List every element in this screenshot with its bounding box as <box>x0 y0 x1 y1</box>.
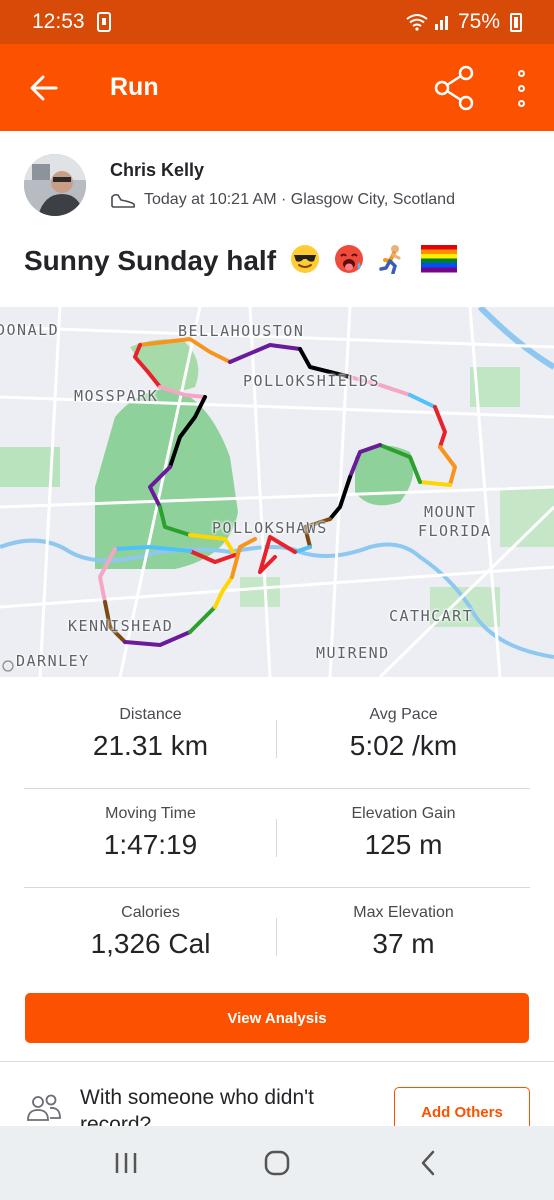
stat-row: Distance 21.31 km Avg Pace 5:02 /km <box>24 690 530 789</box>
stat-divider <box>276 720 277 758</box>
stat-label: Max Elevation <box>353 904 454 921</box>
more-dot <box>517 99 525 107</box>
activity-date-location: Today at 10:21 AM · Glasgow City, Scotla… <box>144 191 455 208</box>
map-label-donald: DONALD <box>0 321 60 339</box>
more-vertical-icon <box>517 69 525 77</box>
stat-label: Avg Pace <box>369 706 438 723</box>
activity-title-text: Sunny Sunday half <box>24 244 277 276</box>
map-label-muirend: MUIREND <box>316 644 390 662</box>
activity-title: Sunny Sunday half <box>24 244 458 281</box>
home-icon <box>264 1150 290 1176</box>
stat-label: Moving Time <box>105 805 196 822</box>
stat-divider <box>276 918 277 956</box>
stat-label: Distance <box>119 706 182 723</box>
sunglasses-face-icon <box>290 244 320 281</box>
add-others-button[interactable]: Add Others <box>394 1087 530 1126</box>
author-name[interactable]: Chris Kelly <box>110 160 455 181</box>
stat-row: Moving Time 1:47:19 Elevation Gain 125 m <box>24 789 530 888</box>
home-button[interactable] <box>247 1133 307 1193</box>
green-area <box>240 577 280 607</box>
more-dot <box>517 84 525 92</box>
status-time: 12:53 <box>32 10 85 33</box>
map-label-pollokshields: POLLOKSHIELDS <box>243 372 380 390</box>
route-map[interactable]: DONALD BELLAHOUSTON MOSSPARK POLLOKSHIEL… <box>0 307 554 677</box>
add-others-section: With someone who didn't record? Add Othe… <box>0 1062 554 1126</box>
stat-max-elevation: Max Elevation 37 m <box>277 888 530 987</box>
more-options-button[interactable] <box>500 64 542 112</box>
battery-icon <box>510 12 522 32</box>
activity-meta: Today at 10:21 AM · Glasgow City, Scotla… <box>110 191 455 209</box>
map-label-pollokshaws: POLLOKSHAWS <box>212 519 328 537</box>
status-bar: 12:53 75% <box>0 0 554 44</box>
wifi-icon <box>406 14 428 31</box>
avatar[interactable] <box>24 154 86 216</box>
map-label-cathcart: CATHCART <box>389 607 474 625</box>
recent-apps-button[interactable] <box>96 1133 156 1193</box>
stat-elevation-gain: Elevation Gain 125 m <box>277 789 530 887</box>
stat-value: 125 m <box>364 829 443 860</box>
share-button[interactable] <box>430 64 478 112</box>
sim-icon <box>96 12 111 32</box>
avatar-image <box>24 154 86 216</box>
map-label-mosspark: MOSSPARK <box>74 387 159 405</box>
arrow-left-icon <box>30 75 58 100</box>
share-icon <box>434 65 474 111</box>
system-nav-bar <box>0 1126 554 1200</box>
map-label-florida: FLORIDA <box>418 522 492 540</box>
activity-stats: Distance 21.31 km Avg Pace 5:02 /km Movi… <box>24 690 530 987</box>
stat-value: 1:47:19 <box>103 829 198 860</box>
add-others-prompt: With someone who didn't record? <box>80 1086 314 1126</box>
runner-icon <box>377 244 407 281</box>
map-label-darnley: DARNLEY <box>16 652 90 670</box>
chevron-left-icon <box>422 1150 435 1176</box>
hot-face-icon <box>334 244 364 281</box>
recent-apps-icon <box>115 1153 136 1173</box>
stat-label: Calories <box>121 904 180 921</box>
author-info: Chris Kelly Today at 10:21 AM · Glasgow … <box>110 160 455 216</box>
stat-value: 21.31 km <box>92 730 209 761</box>
stat-value: 1,326 Cal <box>90 928 211 959</box>
map-label-mount: MOUNT <box>424 503 477 521</box>
activity-author: Chris Kelly Today at 10:21 AM · Glasgow … <box>24 154 455 216</box>
battery-percent: 75% <box>457 10 500 33</box>
stat-moving-time: Moving Time 1:47:19 <box>24 789 277 887</box>
stat-label: Elevation Gain <box>351 805 456 822</box>
app-bar: Run <box>0 44 554 131</box>
stat-row: Calories 1,326 Cal Max Elevation 37 m <box>24 888 530 987</box>
stat-avg-pace: Avg Pace 5:02 /km <box>277 690 530 788</box>
map-label-bellahouston: BELLAHOUSTON <box>178 322 305 340</box>
stat-calories: Calories 1,326 Cal <box>24 888 277 987</box>
shoe-icon <box>111 193 136 208</box>
system-back-button[interactable] <box>398 1133 458 1193</box>
signal-icon <box>434 16 448 30</box>
rainbow-flag-icon <box>421 245 458 280</box>
stat-value: 37 m <box>372 928 435 959</box>
back-button[interactable] <box>12 56 76 120</box>
view-analysis-button[interactable]: View Analysis <box>25 993 529 1043</box>
map-label-kennishead: KENNISHEAD <box>68 617 174 635</box>
status-indicators: 75% <box>406 10 522 34</box>
page-title: Run <box>110 73 159 101</box>
stat-value: 5:02 /km <box>349 730 458 761</box>
stat-distance: Distance 21.31 km <box>24 690 277 788</box>
stat-divider <box>276 819 277 857</box>
people-icon <box>27 1094 61 1121</box>
